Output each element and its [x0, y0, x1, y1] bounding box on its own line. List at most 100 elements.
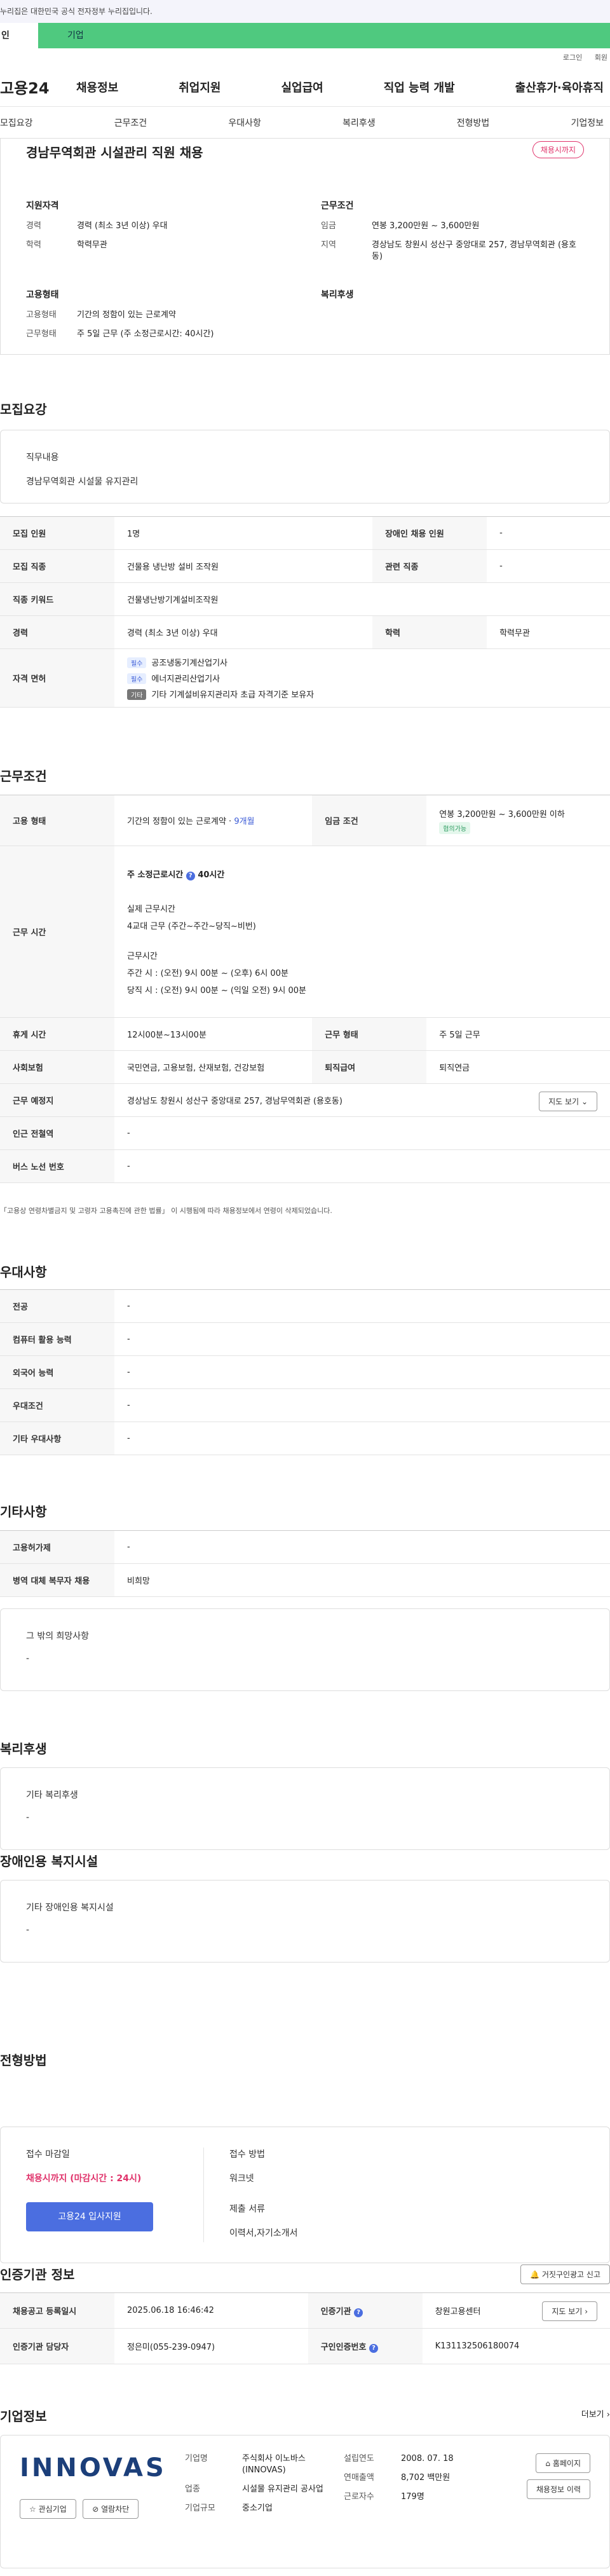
info-icon[interactable]: ? — [369, 2343, 379, 2353]
license-item: 공조냉동기계산업기사 — [151, 659, 228, 668]
worktime-head: 주 소정근로시간 — [127, 870, 184, 880]
signup-link[interactable]: 회원 — [595, 53, 607, 62]
gnb-item-jobs[interactable]: 채용정보 — [76, 79, 118, 95]
favorite-company-button[interactable]: ☆ 관심기업 — [20, 2499, 76, 2519]
emp-value: 기간의 정함이 있는 근로계약 · 9개월 — [114, 795, 313, 846]
tab-work-conditions[interactable]: 근무조건 — [114, 116, 147, 129]
table-row: 고용 형태 기간의 정함이 있는 근로계약 · 9개월 임금 조건 연봉 3,2… — [0, 795, 610, 846]
lang-value: - — [114, 1355, 610, 1389]
table-row: 전공 - — [0, 1289, 610, 1323]
company-more-link[interactable]: 더보기 › — [581, 2408, 610, 2420]
login-link[interactable]: 로그인 — [563, 53, 582, 62]
table-row: 인근 전철역 - — [0, 1116, 610, 1150]
pref-cond-label: 우대조건 — [0, 1388, 114, 1422]
tab-corporate[interactable]: 기업 — [38, 23, 610, 48]
form-value: 주 5일 근무 — [426, 1017, 610, 1051]
sales-label: 연매출액 — [344, 2473, 374, 2483]
emptype-value: 기간의 정함이 있는 근로계약 — [77, 310, 176, 320]
job-posting-page: 누리집은 대한민국 공식 전자정부 누리집입니다. 인 기업 로그인 회원 고용… — [0, 0, 610, 2576]
bus-value: - — [114, 1149, 610, 1183]
emp-heading: 고용형태 — [26, 290, 59, 300]
reg-date-value: 2025.06.18 16:46:42 — [114, 2292, 308, 2329]
job-history-button[interactable]: 채용정보 이력 — [526, 2479, 590, 2499]
bus-label: 버스 노선 번호 — [0, 1149, 114, 1183]
cert-no-label: 구인인증번호 ? — [308, 2328, 423, 2364]
cert-map-button[interactable]: 지도 보기 › — [542, 2301, 597, 2321]
gnb-item-employment-support[interactable]: 취업지원 — [179, 79, 220, 95]
tab-welfare[interactable]: 복리후생 — [342, 116, 376, 129]
report-label: 거짓구인광고 신고 — [541, 2270, 600, 2279]
tab-recruit[interactable]: 모집요강 — [0, 116, 33, 129]
founded-label: 설립연도 — [344, 2454, 374, 2463]
table-row: 경력 경력 (최소 3년 이상) 우대 학력 학력무관 — [0, 615, 610, 649]
pref-etc-label: 기타 우대사항 — [0, 1422, 114, 1455]
gnb-item-training[interactable]: 직업 능력 개발 — [384, 79, 455, 95]
cert-no-value: K131132506180074 — [422, 2328, 610, 2364]
manager-label: 인증기관 담당자 — [0, 2328, 114, 2364]
map-button[interactable]: 지도 보기 ⌄ — [539, 1092, 597, 1111]
global-nav: 고용24 채용정보 취업지원 실업급여 직업 능력 개발 출산휴가·육아휴직 — [0, 67, 610, 107]
military-value: 비희망 — [114, 1563, 610, 1597]
table-row: 모집 인원 1명 장애인 채용 인원 - — [0, 516, 610, 550]
company-name-value: 주식회사 이노바스(INNOVAS) — [242, 2454, 306, 2475]
related-label: 관련 직종 — [372, 549, 487, 583]
license-tag: 기타 — [127, 689, 147, 700]
cert-no-label-text: 구인인증번호 — [320, 2342, 367, 2352]
gnb-item-parental-leave[interactable]: 출산휴가·육아휴직 — [515, 79, 604, 95]
chevron-down-icon: ⌄ — [581, 1097, 588, 1106]
pref-section-title: 우대사항 — [0, 1264, 47, 1280]
tab-process[interactable]: 전형방법 — [457, 116, 490, 129]
site-logo[interactable]: 고용24 — [0, 76, 76, 98]
tab-personal[interactable]: 인 — [0, 23, 38, 48]
disabled-count-label: 장애인 채용 인원 — [372, 516, 487, 550]
major-value: - — [114, 1289, 610, 1323]
homepage-button[interactable]: ⌂ 홈페이지 — [536, 2453, 590, 2473]
worktime-line: 근무시간 — [127, 952, 158, 961]
headcount-label: 모집 인원 — [0, 516, 114, 550]
table-row: 휴게 시간 12시00분~13시00분 근무 형태 주 5일 근무 — [0, 1017, 610, 1051]
favorite-label: 관심기업 — [38, 2505, 67, 2514]
report-fake-ad-button[interactable]: 🔔 거짓구인광고 신고 — [520, 2264, 610, 2284]
workcond-section-title: 근무조건 — [0, 769, 47, 784]
career-row-label: 경력 — [0, 615, 114, 649]
chevron-right-icon: › — [585, 2307, 588, 2316]
founded-value: 2008. 07. 18 — [401, 2454, 454, 2463]
welfare-box: 기타 복리후생 - — [0, 1767, 610, 1850]
block-label: 열람차단 — [101, 2505, 130, 2514]
summary-card: 경남무역회관 시설관리 직원 채용 채용시까지 지원자격 경력 경력 (최소 3년… — [0, 139, 610, 355]
map-button-label: 지도 보기 — [548, 1097, 580, 1106]
docs-value: 이력서,자기소개서 — [229, 2228, 298, 2238]
tab-preferences[interactable]: 우대사항 — [228, 116, 261, 129]
duty-label: 직무내용 — [26, 453, 59, 463]
emp-label: 고용 형태 — [0, 795, 114, 846]
block-view-button[interactable]: ⊘ 열람차단 — [83, 2499, 139, 2519]
career-value: 경력 (최소 3년 이상) 우대 — [77, 221, 168, 231]
process-section-title: 전형방법 — [0, 2053, 47, 2068]
worktime-line: 당직 시 : (오전) 9시 00분 ~ (익일 오전) 9시 00분 — [127, 986, 306, 996]
info-icon[interactable]: ? — [354, 2308, 363, 2317]
rest-value: 12시00분~13시00분 — [114, 1017, 313, 1051]
apply-button[interactable]: 고용24 입사지원 — [26, 2202, 153, 2231]
duty-value: 경남무역회관 시설물 유지관리 — [26, 477, 139, 487]
retirement-value: 퇴직연금 — [426, 1050, 610, 1084]
table-row: 모집 직종 건물용 냉난방 설비 조작원 관련 직종 - — [0, 549, 610, 583]
tab-company[interactable]: 기업정보 — [571, 116, 604, 129]
gnb-item-unemployment[interactable]: 실업급여 — [281, 79, 323, 95]
permit-label: 고용허가제 — [0, 1530, 114, 1564]
table-row: 병역 대체 복무자 채용 비희망 — [0, 1563, 610, 1597]
welfare-box-label: 기타 복리후생 — [26, 1790, 78, 1800]
worktime-head-value: 40시간 — [198, 870, 225, 880]
emp-period-link[interactable]: 9개월 — [234, 817, 254, 826]
wage-row-label: 임금 조건 — [312, 795, 427, 846]
subway-value: - — [114, 1116, 610, 1150]
license-tag: 필수 — [127, 673, 147, 684]
license-item: 기타 기계설비유지관리자 초급 자격기준 보유자 — [151, 690, 315, 700]
more-label: 더보기 — [581, 2410, 604, 2420]
company-name-label: 기업명 — [185, 2454, 208, 2463]
page-title: 경남무역회관 시설관리 직원 채용 — [26, 145, 203, 160]
emptype-label: 고용형태 — [26, 310, 57, 320]
info-icon[interactable]: ? — [186, 872, 195, 880]
wage-label: 임금 — [321, 221, 336, 231]
other-etc-label: 그 밖의 희망사항 — [26, 1631, 90, 1641]
table-row: 우대조건 - — [0, 1388, 610, 1422]
